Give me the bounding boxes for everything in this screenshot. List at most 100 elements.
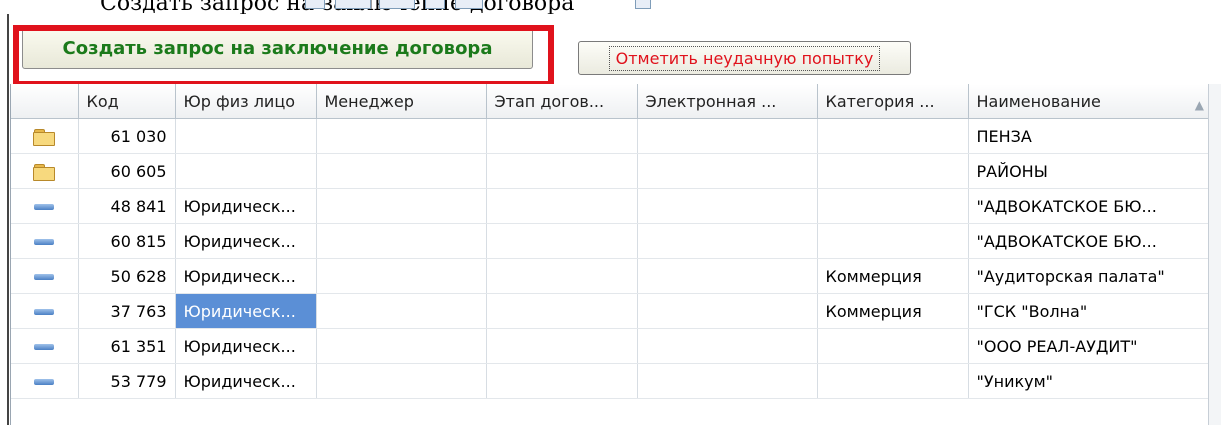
- item-icon: [34, 309, 55, 315]
- cell-name[interactable]: "АДВОКАТСКОЕ БЮ...: [968, 188, 1221, 224]
- cell-code[interactable]: 50 628: [78, 258, 176, 294]
- cell-category[interactable]: [817, 153, 969, 189]
- cell-name[interactable]: "Уникум": [968, 363, 1221, 399]
- cell-category[interactable]: [817, 188, 969, 224]
- cell-manager[interactable]: [316, 188, 487, 224]
- cell-legal-entity[interactable]: [175, 153, 317, 189]
- cell-category[interactable]: [817, 363, 969, 399]
- cell-icon[interactable]: [11, 258, 79, 294]
- cell-icon[interactable]: [11, 118, 79, 154]
- cell-icon[interactable]: [11, 328, 79, 364]
- cell-stage[interactable]: [486, 223, 638, 259]
- table-row[interactable]: 50 628 Юридическ... Коммерция "Аудиторская …: [11, 258, 1221, 294]
- column-header-category[interactable]: Категория ...: [817, 84, 969, 119]
- cell-stage[interactable]: [486, 258, 638, 294]
- cell-code[interactable]: 60 815: [78, 223, 176, 259]
- table-row[interactable]: 48 841 Юридическ... "АДВОКАТСКОЕ БЮ...: [11, 188, 1221, 224]
- toolbar-button-cutoff[interactable]: [425, 0, 445, 9]
- table-header-row: Код Юр физ лицо Менеджер Этап догов... Э…: [11, 84, 1221, 119]
- cell-icon[interactable]: [11, 188, 79, 224]
- table-row[interactable]: 61 351 Юридическ... "ООО РЕАЛ-АУДИТ": [11, 328, 1221, 364]
- cell-stage[interactable]: [486, 328, 638, 364]
- toolbar-button-cutoff[interactable]: [305, 0, 325, 9]
- cell-electronic[interactable]: [637, 293, 818, 329]
- cell-legal-entity[interactable]: Юридическ...: [175, 363, 317, 399]
- cell-category[interactable]: [817, 223, 969, 259]
- cell-legal-entity[interactable]: Юридическ...: [175, 188, 317, 224]
- cell-name[interactable]: РАЙОНЫ: [968, 153, 1221, 189]
- cell-name[interactable]: "ГСК "Волна": [968, 293, 1221, 329]
- cell-icon[interactable]: [11, 363, 79, 399]
- folder-icon: [33, 129, 56, 146]
- cell-stage[interactable]: [486, 153, 638, 189]
- cell-electronic[interactable]: [637, 188, 818, 224]
- cell-code[interactable]: 53 779: [78, 363, 176, 399]
- column-header-manager[interactable]: Менеджер: [316, 84, 487, 119]
- cell-manager[interactable]: [316, 153, 487, 189]
- cell-category[interactable]: Коммерция: [817, 258, 969, 294]
- toolbar-button-cutoff[interactable]: [455, 0, 483, 9]
- cell-legal-entity[interactable]: [175, 118, 317, 154]
- cell-electronic[interactable]: [637, 328, 818, 364]
- vertical-scrollbar[interactable]: [1208, 84, 1221, 425]
- cell-code[interactable]: 37 763: [78, 293, 176, 329]
- cell-manager[interactable]: [316, 293, 487, 329]
- table-row[interactable]: 61 030 ПЕНЗА: [11, 118, 1221, 154]
- cell-electronic[interactable]: [637, 363, 818, 399]
- cell-legal-entity[interactable]: Юридическ...: [175, 258, 317, 294]
- column-header-legal-entity[interactable]: Юр физ лицо: [175, 84, 317, 119]
- table-row[interactable]: 37 763 Юридическ... Коммерция "ГСК "Волна": [11, 293, 1221, 329]
- cell-code[interactable]: 60 605: [78, 153, 176, 189]
- item-icon: [34, 239, 55, 245]
- cell-stage[interactable]: [486, 188, 638, 224]
- cell-legal-entity[interactable]: Юридическ...: [175, 328, 317, 364]
- toolbar-button-cutoff[interactable]: [635, 0, 651, 9]
- cell-code[interactable]: 61 030: [78, 118, 176, 154]
- cell-manager[interactable]: [316, 363, 487, 399]
- sort-ascending-icon[interactable]: ▲: [1195, 98, 1204, 112]
- cell-name[interactable]: "ООО РЕАЛ-АУДИТ": [968, 328, 1221, 364]
- toolbar-button-cutoff[interactable]: [379, 0, 415, 9]
- cell-code[interactable]: 48 841: [78, 188, 176, 224]
- cell-manager[interactable]: [316, 258, 487, 294]
- cell-manager[interactable]: [316, 223, 487, 259]
- cell-legal-entity[interactable]: Юридическ...: [175, 223, 317, 259]
- cell-electronic[interactable]: [637, 118, 818, 154]
- cell-electronic[interactable]: [637, 258, 818, 294]
- folder-icon: [33, 164, 56, 181]
- toolbar-button-cutoff[interactable]: [335, 0, 371, 9]
- cell-stage[interactable]: [486, 293, 638, 329]
- cell-name[interactable]: "Аудиторская палата": [968, 258, 1221, 294]
- contracts-table[interactable]: Код Юр физ лицо Менеджер Этап догов... Э…: [10, 84, 1221, 425]
- column-header-code[interactable]: Код: [78, 84, 176, 119]
- cell-code[interactable]: 61 351: [78, 328, 176, 364]
- cell-category[interactable]: Коммерция: [817, 293, 969, 329]
- cell-name[interactable]: "АДВОКАТСКОЕ БЮ...: [968, 223, 1221, 259]
- cell-icon[interactable]: [11, 153, 79, 189]
- cell-manager[interactable]: [316, 118, 487, 154]
- column-header-icon[interactable]: [11, 84, 79, 119]
- cell-icon[interactable]: [11, 223, 79, 259]
- item-icon: [34, 379, 55, 385]
- table-row[interactable]: 53 779 Юридическ... "Уникум": [11, 363, 1221, 399]
- toolbar-cutoff: [305, 0, 1025, 10]
- table-row[interactable]: 60 815 Юридическ... "АДВОКАТСКОЕ БЮ...: [11, 223, 1221, 259]
- cell-manager[interactable]: [316, 328, 487, 364]
- cell-stage[interactable]: [486, 118, 638, 154]
- column-header-electronic[interactable]: Электронная ...: [637, 84, 818, 119]
- cell-electronic[interactable]: [637, 223, 818, 259]
- item-icon: [34, 204, 55, 210]
- cell-category[interactable]: [817, 328, 969, 364]
- column-header-stage[interactable]: Этап догов...: [486, 84, 638, 119]
- cell-electronic[interactable]: [637, 153, 818, 189]
- cell-stage[interactable]: [486, 363, 638, 399]
- cell-name[interactable]: ПЕНЗА: [968, 118, 1221, 154]
- column-header-name[interactable]: Наименование: [968, 84, 1221, 119]
- cell-legal-entity[interactable]: Юридическ...: [175, 293, 317, 329]
- mark-failed-attempt-label: Отметить неудачную попытку: [608, 45, 881, 71]
- cell-icon[interactable]: [11, 293, 79, 329]
- cell-category[interactable]: [817, 118, 969, 154]
- mark-failed-attempt-button[interactable]: Отметить неудачную попытку: [578, 41, 911, 75]
- table-row[interactable]: 60 605 РАЙОНЫ: [11, 153, 1221, 189]
- window-title-strip: Создать запрос на заключение договора: [0, 0, 1230, 14]
